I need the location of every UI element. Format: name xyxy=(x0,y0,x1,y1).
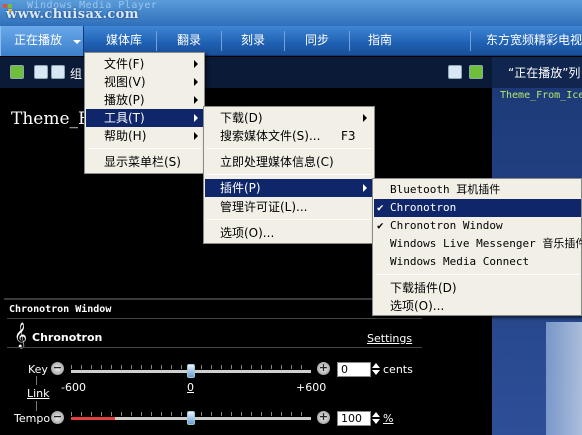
tempo-spinner-icon[interactable] xyxy=(372,411,380,425)
link-bracket xyxy=(36,401,37,411)
plugin-name: Chronotron xyxy=(32,331,103,344)
tab-divider xyxy=(470,31,471,51)
link-bracket xyxy=(36,376,37,385)
menu-item-manage-licenses[interactable]: 管理许可证(L)... xyxy=(205,198,373,216)
tempo-value-input[interactable]: 100 xyxy=(337,411,371,426)
menu-item-label: Chronotron Window xyxy=(390,219,503,232)
tempo-slider-fill xyxy=(71,417,115,420)
menu-item-label: 插件(P) xyxy=(220,181,261,195)
menu-item-show-menubar[interactable]: 显示菜单栏(S) xyxy=(86,153,203,171)
layout-icon[interactable] xyxy=(10,65,24,79)
tab-now-playing[interactable]: 正在播放 xyxy=(0,26,84,56)
video-title: Theme_F xyxy=(11,109,90,129)
submenu-arrow-icon xyxy=(194,132,198,140)
tempo-decrease-button[interactable]: − xyxy=(51,411,64,424)
toolbar: 组 xyxy=(0,57,492,88)
menu-separator xyxy=(207,148,371,149)
menu-item-label: 工具(T) xyxy=(104,111,145,125)
link-toggle[interactable]: Link xyxy=(27,387,50,400)
tempo-label: Tempo xyxy=(14,412,51,425)
menu-item-options[interactable]: 选项(O)... xyxy=(205,224,373,242)
divider xyxy=(7,347,422,348)
key-spinner-icon[interactable] xyxy=(372,362,380,376)
chevron-down-icon[interactable] xyxy=(73,40,81,44)
tab-guide[interactable]: 指南 xyxy=(350,26,410,56)
menu-item-messenger-plugin[interactable]: Windows Live Messenger 音乐插件 xyxy=(374,235,582,253)
tools-submenu: 下载(D) 搜索媒体文件(S)... F3 立即处理媒体信息(C) 插件(P) 管… xyxy=(203,106,375,244)
settings-link[interactable]: Settings xyxy=(367,332,412,345)
now-playing-list-header[interactable]: “正在播放”列 xyxy=(492,57,582,88)
menu-item-chronotron[interactable]: ✔ Chronotron xyxy=(374,199,581,217)
playlist-edit-icon[interactable] xyxy=(448,65,462,79)
menu-item-file[interactable]: 文件(F) xyxy=(86,55,203,73)
tempo-unit-label[interactable]: % xyxy=(383,412,393,425)
watermark-text: www.chuisax.com xyxy=(6,7,139,22)
menu-separator xyxy=(88,148,201,149)
menu-item-help[interactable]: 帮助(H) xyxy=(86,127,203,145)
submenu-arrow-icon xyxy=(363,114,367,122)
submenu-arrow-icon xyxy=(363,184,367,192)
show-list-icon[interactable] xyxy=(469,65,483,79)
menu-item-plugin-options[interactable]: 选项(O)... xyxy=(374,297,581,315)
film-strip-icon xyxy=(546,322,582,435)
tab-label: 正在播放 xyxy=(14,33,63,47)
menu-item-search-media[interactable]: 搜索媒体文件(S)... F3 xyxy=(205,127,373,145)
toolbar-label: 组 xyxy=(70,67,83,81)
tab-burn[interactable]: 刻录 xyxy=(222,26,284,56)
treble-clef-icon: 𝄞 xyxy=(14,323,28,348)
menu-item-process-media[interactable]: 立即处理媒体信息(C) xyxy=(205,153,373,171)
menu-item-label: 帮助(H) xyxy=(104,129,147,143)
title-bar: Windows Media Player www.chuisax.com xyxy=(0,0,582,26)
key-decrease-button[interactable]: − xyxy=(51,362,64,375)
key-unit-label: cents xyxy=(383,363,413,376)
menu-item-label: 文件(F) xyxy=(104,57,145,71)
menu-separator xyxy=(207,174,371,175)
menu-item-chronotron-window[interactable]: ✔ Chronotron Window xyxy=(374,217,581,235)
menu-item-tools[interactable]: 工具(T) xyxy=(86,109,203,127)
key-zero-label[interactable]: 0 xyxy=(187,381,194,394)
key-slider-thumb[interactable] xyxy=(187,364,195,378)
menu-item-label: Chronotron xyxy=(390,201,457,214)
menu-item-media-connect[interactable]: Windows Media Connect xyxy=(374,253,581,271)
menu-item-plugins[interactable]: 插件(P) xyxy=(205,179,373,197)
submenu-arrow-icon xyxy=(194,96,198,104)
menu-item-bluetooth-plugin[interactable]: Bluetooth 耳机插件 xyxy=(374,181,581,199)
key-value-input[interactable]: 0 xyxy=(337,362,371,377)
plugins-submenu: Bluetooth 耳机插件 ✔ Chronotron ✔ Chronotron W… xyxy=(372,178,582,316)
key-max-label: +600 xyxy=(296,381,327,394)
menu-item-download-plugins[interactable]: 下载插件(D) xyxy=(374,279,581,297)
submenu-arrow-icon xyxy=(194,78,198,86)
key-min-label: -600 xyxy=(61,381,86,394)
list-item[interactable]: Theme_From_Ice xyxy=(500,90,582,101)
divider xyxy=(7,318,422,319)
tempo-slider-thumb[interactable] xyxy=(187,411,195,425)
forward-arrow-icon[interactable] xyxy=(51,65,65,79)
menu-item-view[interactable]: 视图(V) xyxy=(86,73,203,91)
check-icon: ✔ xyxy=(377,201,384,214)
back-arrow-icon[interactable] xyxy=(34,65,48,79)
menu-separator xyxy=(376,274,579,275)
tempo-increase-button[interactable]: + xyxy=(317,411,330,424)
plugin-panel-title: Chronotron Window xyxy=(9,304,112,315)
menu-item-label: 搜索媒体文件(S)... xyxy=(220,129,321,143)
submenu-arrow-icon xyxy=(194,114,198,122)
tab-sync[interactable]: 同步 xyxy=(285,26,349,56)
shortcut-label: F3 xyxy=(341,129,356,143)
key-label: Key xyxy=(28,363,48,376)
check-icon: ✔ xyxy=(377,219,384,232)
menu-item-label: 下载(D) xyxy=(220,111,263,125)
menu-item-play[interactable]: 播放(P) xyxy=(86,91,203,109)
menu-item-label: 视图(V) xyxy=(104,75,146,89)
menu-item-download[interactable]: 下载(D) xyxy=(205,109,373,127)
tab-online-store[interactable]: 东方宽频精彩电视 xyxy=(486,26,582,56)
menu-separator xyxy=(207,219,371,220)
main-menu: 文件(F) 视图(V) 播放(P) 工具(T) 帮助(H) 显示菜单栏(S) xyxy=(84,52,205,174)
key-increase-button[interactable]: + xyxy=(317,362,330,375)
menu-item-label: 播放(P) xyxy=(104,93,145,107)
submenu-arrow-icon xyxy=(194,60,198,68)
